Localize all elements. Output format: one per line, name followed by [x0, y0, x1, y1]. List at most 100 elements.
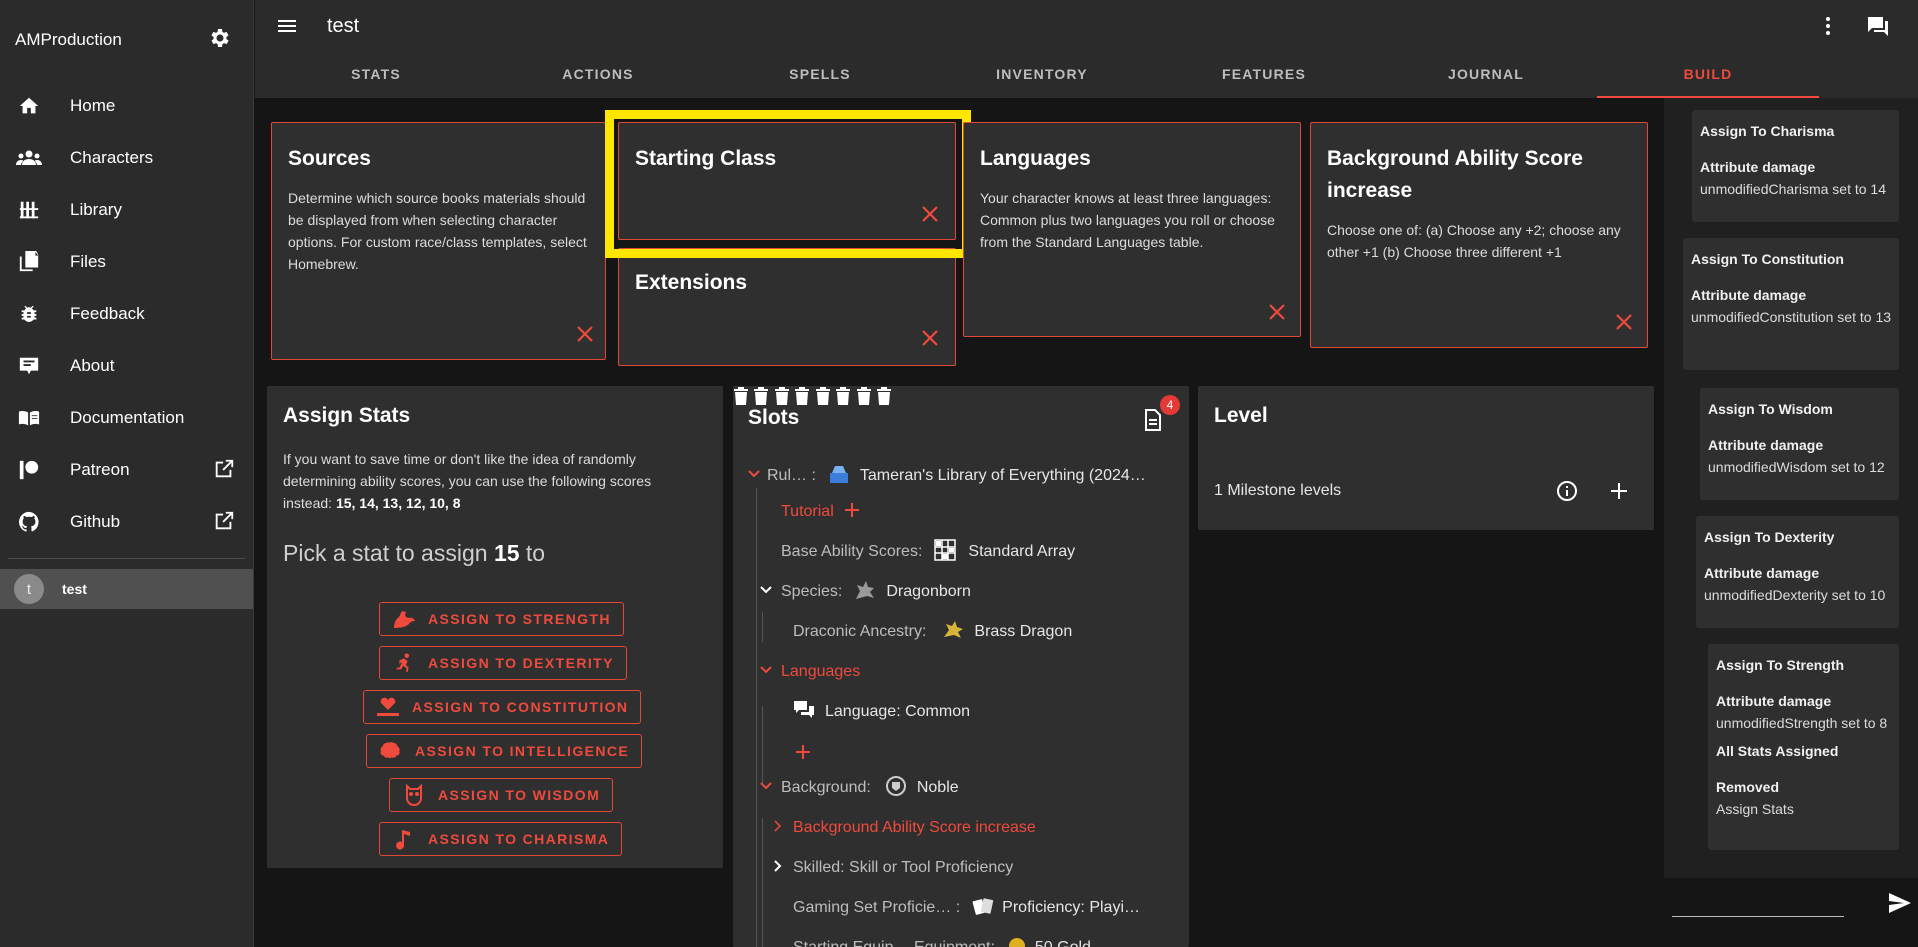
- tab-inventory[interactable]: INVENTORY: [931, 52, 1153, 98]
- nav-user-item[interactable]: t test: [0, 569, 253, 609]
- assign-intelligence-button[interactable]: ASSIGN TO INTELLIGENCE: [366, 734, 643, 768]
- slot-label: Languages: [781, 663, 861, 680]
- music-note-icon: [392, 827, 416, 851]
- slot-value: Standard Array: [968, 543, 1076, 560]
- slot-label: Background:: [781, 779, 871, 796]
- history-subtitle: Attribute damage: [1708, 437, 1824, 453]
- sources-card[interactable]: Sources Determine which source books mat…: [271, 122, 606, 360]
- nav-item-documentation[interactable]: Documentation: [0, 392, 253, 444]
- skilled-slot-row[interactable]: Skilled: Skill or Tool Proficiency: [771, 854, 1013, 882]
- starting-equipment-slot-row[interactable]: Starting Equip… Equipment: 50 Gold: [793, 934, 1091, 947]
- patreon-icon: [16, 457, 42, 483]
- delete-icon[interactable]: [835, 387, 851, 410]
- tutorial-slot-row[interactable]: Tutorial: [781, 498, 860, 526]
- base-ability-slot-row[interactable]: Base Ability Scores: Standard Array: [781, 538, 1075, 566]
- assign-dexterity-button[interactable]: ASSIGN TO DEXTERITY: [379, 646, 627, 680]
- nav-item-characters[interactable]: Characters: [0, 132, 253, 184]
- delete-icon[interactable]: [815, 387, 831, 410]
- tree-line: [762, 818, 763, 947]
- chevron-right-icon: [771, 819, 785, 838]
- close-icon[interactable]: [576, 325, 594, 343]
- document-list-icon[interactable]: [1143, 408, 1163, 437]
- history-extra: Removed: [1716, 779, 1780, 795]
- prompt-pre: Pick a stat to assign: [283, 540, 488, 566]
- tab-spells[interactable]: SPELLS: [709, 52, 931, 98]
- speech-bubbles-icon: [793, 700, 815, 725]
- button-label: ASSIGN TO STRENGTH: [428, 611, 611, 627]
- tab-journal[interactable]: JOURNAL: [1375, 52, 1597, 98]
- nav-item-home[interactable]: Home: [0, 80, 253, 132]
- info-board-icon: [16, 353, 42, 379]
- button-label: ASSIGN TO INTELLIGENCE: [415, 743, 630, 759]
- bg-asi-slot-row[interactable]: Background Ability Score increase: [771, 814, 1036, 842]
- language-common-slot-row[interactable]: Language: Common: [793, 698, 970, 726]
- owl-icon: [402, 783, 426, 807]
- chat-icon[interactable]: [1866, 14, 1890, 43]
- nav-item-label: About: [70, 356, 115, 375]
- history-subtitle: Attribute damage: [1704, 565, 1820, 581]
- background-slot-row[interactable]: Background: Noble: [759, 774, 959, 802]
- close-icon[interactable]: [921, 329, 939, 347]
- nav-item-label: Patreon: [70, 460, 130, 479]
- bug-icon: [16, 301, 42, 327]
- nav-divider: [8, 558, 245, 559]
- settings-gear-icon[interactable]: [207, 26, 231, 55]
- add-level-icon[interactable]: [1610, 482, 1628, 505]
- history-text: unmodifiedWisdom set to 12: [1708, 459, 1885, 475]
- nav-item-files[interactable]: Files: [0, 236, 253, 288]
- history-title: Assign To Wisdom: [1708, 401, 1833, 417]
- tab-build[interactable]: BUILD: [1597, 52, 1819, 98]
- languages-card[interactable]: Languages Your character knows at least …: [963, 122, 1301, 337]
- delete-icon[interactable]: [733, 387, 749, 410]
- nav-item-github[interactable]: Github: [0, 496, 253, 548]
- app-name: AMProduction: [15, 30, 122, 49]
- history-card: Assign To Wisdom Attribute damage unmodi…: [1700, 388, 1899, 500]
- species-slot-row[interactable]: Species: Dragonborn: [759, 578, 971, 606]
- add-icon[interactable]: [795, 744, 811, 765]
- dragon-icon: [854, 579, 876, 606]
- button-label: ASSIGN TO WISDOM: [438, 787, 601, 803]
- nav-item-label: Files: [70, 252, 106, 271]
- assign-charisma-button[interactable]: ASSIGN TO CHARISMA: [379, 822, 623, 856]
- tab-features[interactable]: FEATURES: [1153, 52, 1375, 98]
- extensions-card[interactable]: Extensions: [618, 248, 956, 366]
- nav-item-about[interactable]: About: [0, 340, 253, 392]
- slot-value: Tameran's Library of Everything (2024…: [859, 467, 1146, 484]
- card-title: Background Ability Score increase: [1327, 147, 1583, 202]
- history-title: Assign To Constitution: [1691, 251, 1844, 267]
- languages-slot-row[interactable]: Languages: [759, 658, 860, 686]
- prompt-post: to: [525, 540, 546, 566]
- delete-icon[interactable]: [876, 387, 892, 410]
- nav-item-feedback[interactable]: Feedback: [0, 288, 253, 340]
- close-icon[interactable]: [1615, 313, 1633, 331]
- history-title: Assign To Charisma: [1700, 123, 1835, 139]
- background-asi-card[interactable]: Background Ability Score increase Choose…: [1310, 122, 1648, 348]
- add-icon[interactable]: [844, 502, 860, 523]
- tree-line: [756, 488, 757, 947]
- nav-item-library[interactable]: Library: [0, 184, 253, 236]
- user-name: test: [62, 581, 87, 597]
- more-vert-icon[interactable]: [1816, 14, 1840, 43]
- button-label: ASSIGN TO CHARISMA: [428, 831, 610, 847]
- slot-value: Brass Dragon: [974, 623, 1073, 640]
- assign-wisdom-button[interactable]: ASSIGN TO WISDOM: [389, 778, 614, 812]
- assign-strength-button[interactable]: ASSIGN TO STRENGTH: [379, 602, 624, 636]
- hamburger-menu-icon[interactable]: [275, 14, 299, 38]
- info-icon[interactable]: [1556, 480, 1578, 507]
- rules-slot-row[interactable]: Rul… : Tameran's Library of Everything (…: [747, 462, 1146, 490]
- close-icon[interactable]: [1268, 303, 1286, 321]
- chat-input[interactable]: [1672, 916, 1844, 917]
- delete-icon[interactable]: [856, 387, 872, 410]
- prompt-value: 15: [493, 540, 520, 566]
- tab-stats[interactable]: STATS: [265, 52, 487, 98]
- assign-constitution-button[interactable]: ASSIGN TO CONSTITUTION: [363, 690, 642, 724]
- ancestry-slot-row[interactable]: Draconic Ancestry: Brass Dragon: [793, 618, 1072, 646]
- history-title: Assign To Dexterity: [1704, 529, 1835, 545]
- playing-cards-icon: [972, 896, 994, 921]
- nav-item-label: Feedback: [70, 304, 145, 323]
- tab-actions[interactable]: ACTIONS: [487, 52, 709, 98]
- nav-item-patreon[interactable]: Patreon: [0, 444, 253, 496]
- gaming-set-slot-row[interactable]: Gaming Set Proficie… : Proficiency: Play…: [793, 894, 1140, 922]
- send-icon[interactable]: [1888, 892, 1912, 919]
- card-title: Sources: [288, 147, 371, 170]
